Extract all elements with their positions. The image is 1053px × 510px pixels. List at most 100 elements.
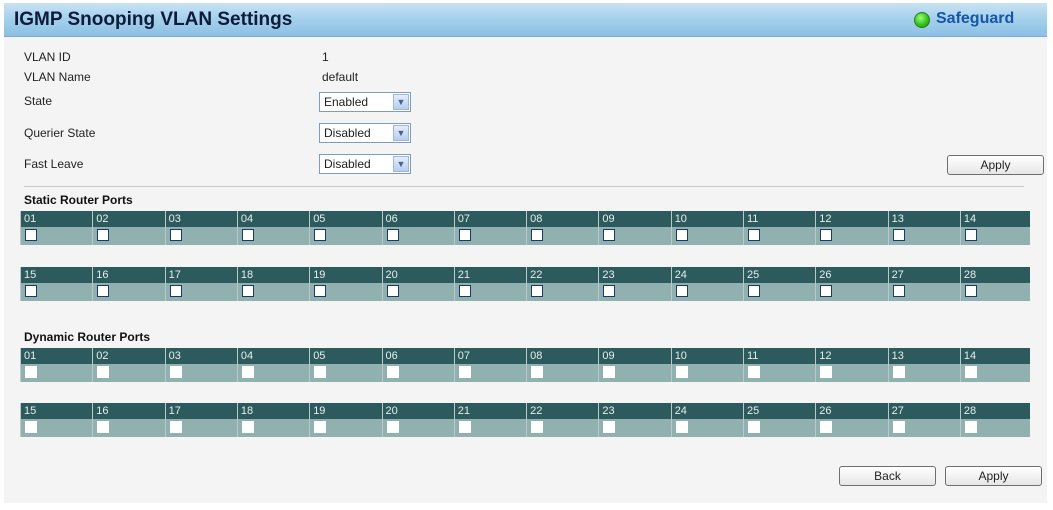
port-number-label: 28 xyxy=(959,403,1030,419)
port-checkbox[interactable] xyxy=(241,285,254,297)
port-checkbox[interactable] xyxy=(748,229,760,241)
port-checkbox xyxy=(241,421,254,433)
static-ports-port-cell: 19 xyxy=(309,267,383,301)
port-number-label: 25 xyxy=(743,403,816,419)
port-checkbox[interactable] xyxy=(675,285,688,297)
dynamic-ports-port-cell: 02 xyxy=(92,348,166,382)
port-checkbox xyxy=(169,366,182,378)
port-number-label: 13 xyxy=(887,348,961,364)
fast-leave-label: Fast Leave xyxy=(24,157,84,171)
content-panel: IGMP Snooping VLAN Settings Safeguard VL… xyxy=(4,3,1047,503)
port-checkbox-cell xyxy=(236,419,310,437)
port-checkbox[interactable] xyxy=(314,229,327,241)
port-checkbox[interactable] xyxy=(386,285,399,297)
vlan-id-label: VLAN ID xyxy=(24,50,71,64)
port-number-label: 14 xyxy=(959,211,1030,227)
port-checkbox[interactable] xyxy=(458,229,471,241)
port-checkbox-cell xyxy=(526,364,600,382)
port-checkbox-cell xyxy=(381,419,455,437)
divider xyxy=(24,186,1024,187)
port-checkbox[interactable] xyxy=(314,285,327,297)
port-number-label: 13 xyxy=(887,211,961,227)
port-checkbox[interactable] xyxy=(892,229,905,241)
port-checkbox-cell xyxy=(959,227,1030,245)
dynamic-ports-port-cell: 15 xyxy=(20,403,93,437)
state-label: State xyxy=(24,94,53,108)
port-checkbox xyxy=(169,421,182,433)
port-checkbox-cell xyxy=(20,364,93,382)
port-checkbox xyxy=(603,366,616,378)
port-checkbox xyxy=(675,421,688,433)
port-number-label: 20 xyxy=(381,267,455,283)
dynamic-ports-port-cell: 12 xyxy=(815,348,889,382)
port-checkbox[interactable] xyxy=(97,229,110,241)
port-checkbox xyxy=(820,366,833,378)
apply-button-top[interactable]: Apply xyxy=(947,155,1044,175)
port-checkbox-cell xyxy=(598,419,672,437)
title-bar: IGMP Snooping VLAN Settings Safeguard xyxy=(4,3,1047,37)
port-checkbox-cell xyxy=(309,283,383,301)
port-number-label: 03 xyxy=(164,348,238,364)
port-checkbox-cell xyxy=(381,364,455,382)
dynamic-ports-port-cell: 06 xyxy=(381,348,455,382)
port-checkbox[interactable] xyxy=(964,285,977,297)
dynamic-ports-port-cell: 14 xyxy=(959,348,1030,382)
port-checkbox-cell xyxy=(743,419,816,437)
port-checkbox-cell xyxy=(887,283,961,301)
port-number-label: 18 xyxy=(236,403,310,419)
vlan-name-label: VLAN Name xyxy=(24,70,91,84)
port-checkbox-cell xyxy=(20,419,93,437)
dynamic-ports-port-cell: 18 xyxy=(236,403,310,437)
dynamic-ports-port-cell: 23 xyxy=(598,403,672,437)
port-checkbox[interactable] xyxy=(603,285,616,297)
static-ports-port-cell: 28 xyxy=(959,267,1030,301)
port-checkbox[interactable] xyxy=(241,229,254,241)
port-checkbox[interactable] xyxy=(169,285,182,297)
dynamic-ports-port-cell: 10 xyxy=(670,348,744,382)
port-number-label: 04 xyxy=(236,348,310,364)
port-checkbox[interactable] xyxy=(169,229,182,241)
port-number-label: 27 xyxy=(887,403,961,419)
port-checkbox[interactable] xyxy=(603,229,616,241)
port-checkbox[interactable] xyxy=(675,229,688,241)
port-checkbox[interactable] xyxy=(25,285,37,297)
port-checkbox-cell xyxy=(743,364,816,382)
port-checkbox-cell xyxy=(236,364,310,382)
port-checkbox-cell xyxy=(887,364,961,382)
dynamic-router-ports-title: Dynamic Router Ports xyxy=(24,330,151,344)
port-checkbox[interactable] xyxy=(820,229,833,241)
port-checkbox xyxy=(892,366,905,378)
port-checkbox[interactable] xyxy=(892,285,905,297)
port-checkbox-cell xyxy=(598,364,672,382)
port-number-label: 28 xyxy=(959,267,1030,283)
port-checkbox[interactable] xyxy=(458,285,471,297)
port-checkbox[interactable] xyxy=(964,229,977,241)
apply-button-bottom[interactable]: Apply xyxy=(945,466,1042,486)
port-number-label: 01 xyxy=(20,348,93,364)
dynamic-ports-port-cell: 09 xyxy=(598,348,672,382)
back-button[interactable]: Back xyxy=(839,466,936,486)
port-checkbox-cell xyxy=(164,227,238,245)
port-checkbox-cell xyxy=(453,364,527,382)
port-checkbox[interactable] xyxy=(97,285,110,297)
static-ports-port-cell: 04 xyxy=(236,211,310,245)
state-select[interactable]: Enabled ▼ xyxy=(319,92,411,112)
fast-leave-select[interactable]: Disabled ▼ xyxy=(319,154,411,174)
static-ports-port-cell: 23 xyxy=(598,267,672,301)
port-checkbox[interactable] xyxy=(748,285,760,297)
port-checkbox[interactable] xyxy=(820,285,833,297)
port-checkbox[interactable] xyxy=(531,285,544,297)
static-ports-port-cell: 02 xyxy=(92,211,166,245)
port-checkbox xyxy=(25,366,37,378)
static-ports-port-cell: 13 xyxy=(887,211,961,245)
port-checkbox-cell xyxy=(598,227,672,245)
port-checkbox-cell xyxy=(598,283,672,301)
querier-state-select[interactable]: Disabled ▼ xyxy=(319,123,411,143)
port-checkbox[interactable] xyxy=(25,229,37,241)
dynamic-ports-port-cell: 04 xyxy=(236,348,310,382)
port-number-label: 05 xyxy=(309,211,383,227)
port-number-label: 09 xyxy=(598,211,672,227)
port-number-label: 15 xyxy=(20,267,93,283)
port-checkbox[interactable] xyxy=(531,229,544,241)
port-checkbox[interactable] xyxy=(386,229,399,241)
